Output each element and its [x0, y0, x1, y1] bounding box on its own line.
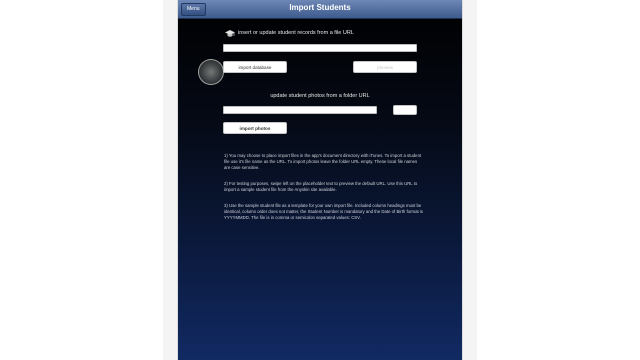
- graduation-cap-icon: [225, 30, 235, 37]
- app-screen: Menu Import Students insert or update st…: [178, 0, 462, 360]
- page-title: Import Students: [289, 3, 351, 12]
- video-frame: Menu Import Students insert or update st…: [0, 0, 640, 360]
- file-url-label: insert or update student records from a …: [238, 30, 354, 36]
- tablet-bezel-right: [462, 0, 477, 360]
- tablet-bezel-left: [163, 0, 178, 360]
- note-testing: 2) For testing purposes, swipe left on t…: [224, 181, 418, 192]
- navigation-bar: Menu Import Students: [178, 0, 462, 19]
- photo-url-label: update student photos from a folder URL: [270, 93, 370, 99]
- preview-button[interactable]: preview: [353, 61, 417, 73]
- import-photos-button[interactable]: import photos: [223, 122, 287, 134]
- import-database-button[interactable]: import database: [223, 61, 287, 73]
- file-url-field[interactable]: [223, 44, 417, 52]
- note-local-files: 1) You may choose to place import files …: [224, 153, 422, 170]
- photo-preview-button[interactable]: [393, 105, 417, 115]
- photo-folder-url-field[interactable]: [223, 106, 377, 114]
- touch-indicator: [198, 59, 224, 85]
- note-template: 3) Use the sample student file as a temp…: [224, 203, 423, 220]
